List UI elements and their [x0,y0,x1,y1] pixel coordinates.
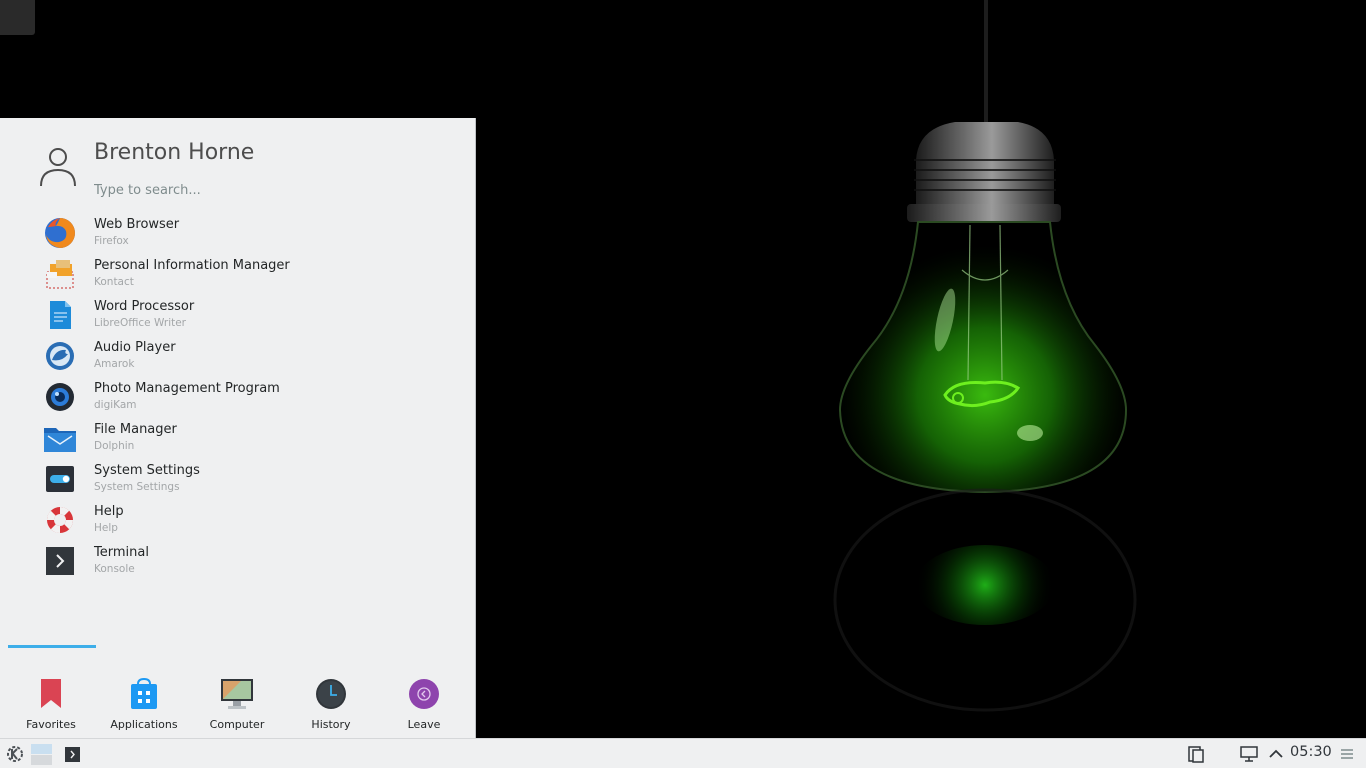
favorites-list: Web Browser Firefox Personal Information… [0,212,476,581]
favorite-subtitle: Dolphin [94,440,135,452]
favorite-subtitle: digiKam [94,399,137,411]
favorite-title: Web Browser [94,217,180,232]
leave-icon [409,679,439,709]
desktop-corner-toolbox[interactable] [0,0,35,35]
favorite-title: File Manager [94,422,177,437]
favorite-title: Audio Player [94,340,176,355]
favorite-subtitle: Konsole [94,563,135,575]
favorite-item-word-processor[interactable]: Word Processor LibreOffice Writer [0,294,476,335]
launcher-tab-bar: Favorites Applications Computer History … [0,640,476,738]
digital-clock[interactable]: 05:30 [1290,744,1332,760]
panel-options-button[interactable] [1338,739,1356,768]
favorite-item-file-manager[interactable]: File Manager Dolphin [0,417,476,458]
firefox-icon [45,218,75,248]
tab-label: Leave [407,718,441,731]
tab-history[interactable]: History [286,658,376,738]
user-avatar-icon[interactable] [38,146,78,188]
amarok-icon [46,342,74,370]
favorite-item-help[interactable]: Help Help [0,499,476,540]
kde-logo-icon [7,746,23,762]
favorite-item-audio-player[interactable]: Audio Player Amarok [0,335,476,376]
favorite-item-personal-information-manager[interactable]: Personal Information Manager Kontact [0,253,476,294]
favorite-subtitle: LibreOffice Writer [94,317,187,329]
favorite-subtitle: System Settings [94,481,180,493]
digikam-icon [46,383,74,411]
tab-label: Applications [110,718,178,731]
tab-applications[interactable]: Applications [99,658,189,738]
network-tray[interactable] [1238,739,1260,768]
help-lifebuoy-icon [46,507,74,533]
chevron-up-icon [1269,749,1283,758]
favorite-title: Help [94,504,124,519]
favorite-item-web-browser[interactable]: Web Browser Firefox [0,212,476,253]
tab-leave[interactable]: Leave [379,658,469,738]
search-input[interactable] [94,180,444,200]
dolphin-icon [44,428,76,452]
task-konsole[interactable] [62,739,82,768]
clipboard-tray[interactable] [1186,739,1206,768]
favorite-item-system-settings[interactable]: System Settings System Settings [0,458,476,499]
kontact-icon [46,260,74,289]
history-clock-icon [316,679,346,709]
pager-icon [30,743,52,765]
pager-desktop-1[interactable] [30,739,52,768]
taskbar-panel: 05:30 [0,738,1366,768]
bookmark-icon [41,679,61,708]
favorite-item-photo-management-program[interactable]: Photo Management Program digiKam [0,376,476,417]
favorite-title: System Settings [94,463,200,478]
writer-icon [50,301,71,329]
tab-label: History [311,718,351,731]
favorite-title: Personal Information Manager [94,258,290,273]
network-wired-icon [1240,746,1258,762]
tab-favorites[interactable]: Favorites [6,658,96,738]
favorite-title: Terminal [94,545,149,560]
favorite-subtitle: Amarok [94,358,135,370]
clipboard-icon [1188,746,1204,763]
favorite-subtitle: Firefox [94,235,129,247]
favorite-title: Photo Management Program [94,381,280,396]
terminal-icon [64,746,80,762]
tab-computer[interactable]: Computer [192,658,282,738]
favorite-title: Word Processor [94,299,195,314]
favorite-subtitle: Kontact [94,276,134,288]
tab-label: Favorites [26,718,76,731]
active-tab-indicator [8,645,96,648]
favorite-subtitle: Help [94,522,118,534]
application-launcher-button[interactable] [4,739,26,768]
applications-icon [131,678,157,709]
settings-icon [46,466,74,492]
computer-icon [221,679,253,709]
favorite-item-terminal[interactable]: Terminal Konsole [0,540,476,581]
terminal-icon [46,547,74,575]
tab-label: Computer [209,718,265,731]
user-header: Brenton Horne [0,118,476,208]
hamburger-menu-icon [1341,749,1353,759]
user-name: Brenton Horne [94,140,255,165]
show-hidden-icons-button[interactable] [1266,739,1286,768]
application-launcher: Brenton Horne Web Browser Firefox Person… [0,118,476,738]
